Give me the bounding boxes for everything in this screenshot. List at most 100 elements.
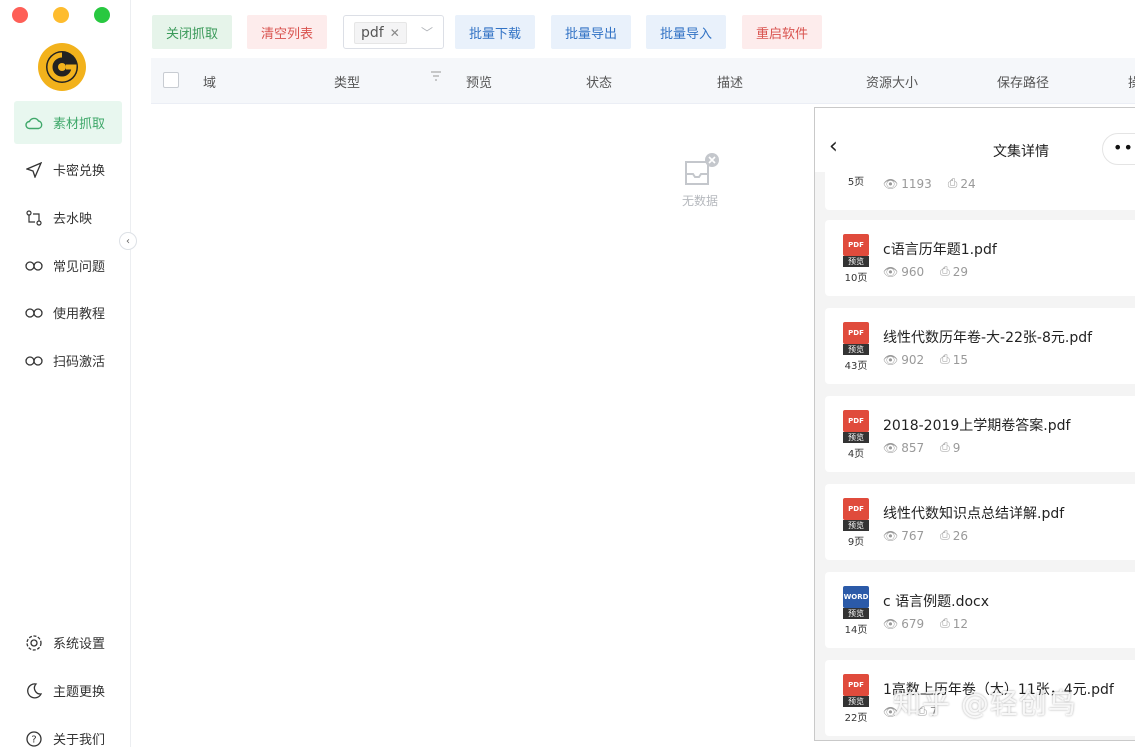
file-name: c 语言例题.docx (883, 594, 990, 610)
file-name: 线性代数历年卷-大-22张-8元.pdf (883, 330, 1093, 346)
collapse-sidebar-button[interactable]: ‹ (119, 232, 137, 250)
sidebar-item-remove-watermark[interactable]: 去水映 (14, 196, 122, 239)
list-item[interactable]: WORD 预览 14页 c 语言例题.docx 👁 679 ⎙ 12 (825, 572, 1135, 648)
close-window-button[interactable] (12, 7, 28, 23)
sidebar-item-settings[interactable]: 系统设置 (14, 621, 122, 664)
preview-badge: 预览 (843, 608, 869, 619)
page-count: 14页 (844, 625, 868, 636)
link-icon (24, 351, 44, 371)
file-name: 2018-2019上学期卷答案.pdf (883, 418, 1071, 434)
sidebar-item-label: 主题更换 (53, 685, 106, 700)
filter-icon[interactable] (430, 70, 442, 86)
gear-icon (24, 633, 44, 653)
printer-icon: ⎙ (940, 352, 950, 366)
sidebar-item-label: 系统设置 (53, 637, 106, 652)
help-icon: ? (24, 729, 44, 747)
pdf-file-icon: PDF 预览 9页 (843, 498, 871, 548)
empty-text: 无数据 (681, 194, 718, 208)
list-item[interactable]: PDF 预览 4页 2018-2019上学期卷答案.pdf 👁 857 ⎙ 9 (825, 396, 1135, 472)
minimize-window-button[interactable] (53, 7, 69, 23)
eye-icon: 👁 (883, 176, 899, 191)
preview-badge: 预览 (843, 520, 869, 531)
sidebar-item-label: 去水映 (53, 212, 93, 227)
column-header-save-path: 保存路径 (997, 76, 1050, 91)
pdf-file-icon: PDF 预览 43页 (843, 322, 871, 372)
column-header-preview: 预览 (466, 76, 493, 91)
pdf-file-icon: PDF 预览 22页 (843, 674, 871, 724)
clear-list-button[interactable]: 清空列表 (247, 15, 328, 49)
preview-badge: 预览 (843, 344, 869, 355)
printer-icon: ⎙ (940, 440, 950, 454)
printer-icon: ⎙ (940, 528, 950, 542)
sidebar-item-label: 扫码激活 (53, 355, 106, 370)
views-count: 👁 767 (883, 528, 925, 543)
filter-tag-label: pdf (361, 25, 384, 41)
file-name: c语言历年题1.pdf (883, 242, 997, 258)
moon-icon (24, 681, 44, 701)
collection-detail-panel: 预览 5页 👁1193 ⎙24 ‹ 文集详情 ••• PDF 预览 10页 c语… (814, 107, 1135, 741)
list-item[interactable]: PDF 预览 43页 线性代数历年卷-大-22张-8元.pdf 👁 902 ⎙ 15 (825, 308, 1135, 384)
preview-badge: 预览 (843, 696, 869, 707)
restart-button[interactable]: 重启软件 (742, 15, 823, 49)
sidebar-item-faq[interactable]: 常见问题 (14, 244, 122, 287)
views-count: 👁 902 (883, 352, 925, 367)
type-filter-select[interactable]: pdf ✕ ﹀ (343, 15, 444, 49)
list-item[interactable]: PDF 预览 9页 线性代数知识点总结详解.pdf 👁 767 ⎙ 26 (825, 484, 1135, 560)
views-count: 👁 960 (883, 264, 925, 279)
column-header-description: 描述 (717, 76, 744, 91)
batch-import-button[interactable]: 批量导入 (646, 15, 727, 49)
sidebar-item-about[interactable]: ? 关于我们 (14, 717, 122, 747)
file-stats: 👁 960 ⎙ 29 (883, 264, 968, 279)
chevron-down-icon: ﹀ (420, 26, 433, 40)
sidebar-item-label: 卡密兑换 (53, 164, 106, 179)
eye-icon: 👁 (883, 528, 899, 543)
prints-count: ⎙ 9 (940, 440, 961, 455)
panel-header: ‹ 文集详情 ••• (815, 108, 1135, 172)
batch-export-button[interactable]: 批量导出 (551, 15, 632, 49)
window-controls (12, 7, 110, 23)
filter-tag: pdf ✕ (354, 22, 407, 44)
pdf-file-icon: PDF 预览 10页 (843, 234, 871, 284)
sidebar-item-card-redeem[interactable]: 卡密兑换 (14, 148, 122, 191)
watermark: 知乎 @轻创鸟 (893, 687, 1077, 720)
select-all-checkbox[interactable] (163, 72, 179, 88)
sidebar-item-tutorial[interactable]: 使用教程 (14, 291, 122, 334)
prints-count: ⎙ 29 (940, 264, 969, 279)
file-name: 线性代数知识点总结详解.pdf (883, 506, 1065, 522)
printer-icon: ⎙ (940, 264, 950, 278)
back-icon[interactable]: ‹ (829, 134, 838, 159)
page-count: 43页 (844, 361, 868, 372)
sidebar-item-scan-activate[interactable]: 扫码激活 (14, 339, 122, 382)
column-header-domain: 域 (203, 76, 217, 91)
page-count: 5页 (847, 177, 865, 188)
svg-text:?: ? (31, 734, 36, 745)
list-item[interactable]: PDF 预览 10页 c语言历年题1.pdf 👁 960 ⎙ 29 (825, 220, 1135, 296)
file-stats: 👁 857 ⎙ 9 (883, 440, 960, 455)
eye-icon: 👁 (883, 264, 899, 279)
remove-tag-icon[interactable]: ✕ (390, 26, 400, 40)
page-count: 22页 (844, 713, 868, 724)
close-capture-button[interactable]: 关闭抓取 (152, 15, 233, 49)
prints-count: ⎙ 12 (940, 616, 969, 631)
panel-title: 文集详情 (993, 144, 1049, 160)
swap-icon (24, 208, 44, 228)
column-header-actions: 操 (1128, 76, 1135, 91)
sidebar-item-label: 素材抓取 (53, 117, 106, 132)
batch-download-button[interactable]: 批量下载 (455, 15, 536, 49)
eye-icon: 👁 (883, 352, 899, 367)
prints-count: ⎙ 24 (947, 176, 976, 191)
more-options-button[interactable]: ••• (1102, 133, 1135, 165)
empty-state: 无数据 (668, 152, 732, 209)
sidebar-item-theme[interactable]: 主题更换 (14, 669, 122, 712)
link-icon (24, 256, 44, 276)
file-stats: 👁 1193 ⎙ 24 (883, 176, 976, 191)
sidebar-item-capture[interactable]: 素材抓取 (14, 101, 122, 144)
empty-box-icon (685, 153, 719, 185)
prints-count: ⎙ 26 (940, 528, 969, 543)
printer-icon: ⎙ (947, 176, 958, 190)
file-stats: 👁 902 ⎙ 15 (883, 352, 968, 367)
table-header: 域 类型 预览 状态 描述 资源大小 保存路径 操 (151, 58, 1135, 104)
page-count: 9页 (847, 537, 865, 548)
sidebar-item-label: 关于我们 (53, 733, 106, 747)
maximize-window-button[interactable] (94, 7, 110, 23)
